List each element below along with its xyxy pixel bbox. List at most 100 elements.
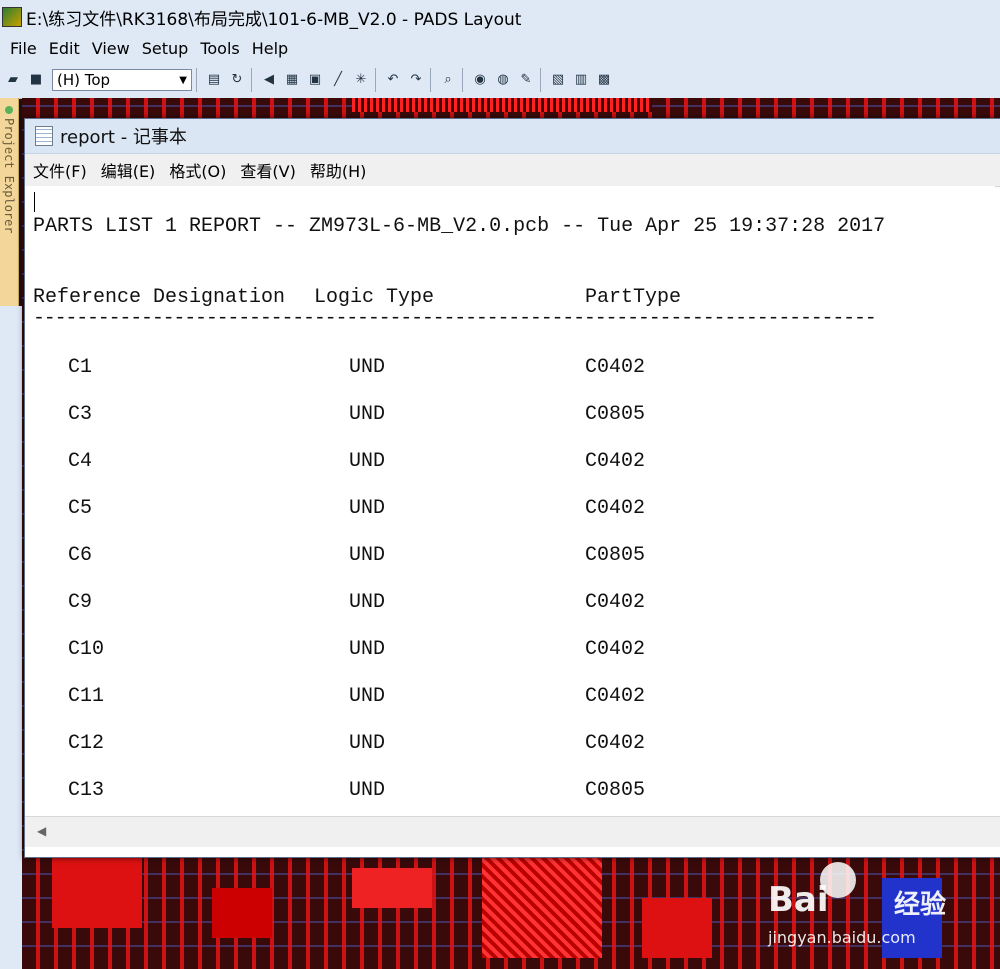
ref-cell: C9 — [68, 591, 93, 614]
column-header-ref: Reference Designation — [33, 286, 286, 309]
toolbar-divider — [196, 68, 197, 92]
header-separator: ----------------------------------------… — [33, 307, 877, 330]
toolbar-divider — [430, 68, 431, 92]
ref-cell: C1 — [68, 356, 93, 379]
logic-cell: UND — [349, 497, 386, 520]
title-bar: E:\练习文件\RK3168\布局完成\101-6-MB_V2.0 - PADS… — [0, 0, 1000, 34]
ecos-toolbar-icon[interactable]: ▦ — [282, 70, 302, 90]
parttype-cell: C0805 — [585, 403, 646, 426]
notepad-menu-edit[interactable]: 编辑(E) — [101, 158, 156, 182]
text-caret — [34, 192, 35, 212]
ref-cell: C5 — [68, 497, 93, 520]
notepad-menu-help[interactable]: 帮助(H) — [310, 158, 367, 182]
pcb-component — [352, 868, 432, 908]
logic-cell: UND — [349, 591, 386, 614]
pcb-component — [212, 888, 272, 938]
status-dot-icon — [5, 106, 13, 114]
notepad-menu-file[interactable]: 文件(F) — [33, 158, 87, 182]
zoom-icon[interactable]: ◉ — [470, 70, 490, 90]
menu-bar: File Edit View Setup Tools Help — [0, 34, 1000, 62]
logic-cell: UND — [349, 779, 386, 802]
parttype-cell: C0402 — [585, 732, 646, 755]
open-folder-icon[interactable]: ▰ — [3, 70, 23, 90]
menu-edit[interactable]: Edit — [49, 39, 80, 58]
parttype-cell: C0402 — [585, 591, 646, 614]
ref-cell: C12 — [68, 732, 105, 755]
menu-file[interactable]: File — [10, 39, 37, 58]
parttype-cell: C0402 — [585, 638, 646, 661]
notepad-menu-view[interactable]: 查看(V) — [240, 158, 295, 182]
column-header-logic: Logic Type — [314, 286, 435, 309]
notepad-menu-bar: 文件(F) 编辑(E) 格式(O) 查看(V) 帮助(H) — [25, 154, 1000, 187]
logic-cell: UND — [349, 732, 386, 755]
notepad-icon — [35, 126, 53, 146]
chevron-down-icon: ▼ — [179, 74, 187, 86]
layer-select[interactable]: (H) Top ▼ — [52, 69, 192, 91]
ref-cell: C3 — [68, 403, 93, 426]
notepad-title-bar[interactable]: report - 记事本 — [25, 119, 1000, 154]
output-window-icon[interactable]: ▥ — [571, 70, 591, 90]
notepad-text-area[interactable]: PARTS LIST 1 REPORT -- ZM973L-6-MB_V2.0.… — [25, 186, 995, 816]
refresh-icon[interactable]: ↻ — [227, 70, 247, 90]
table-row: C4 UND C0402 — [25, 450, 995, 480]
scroll-left-icon[interactable]: ◀ — [37, 824, 46, 838]
undo-icon[interactable]: ↶ — [383, 70, 403, 90]
redo-icon[interactable]: ↷ — [406, 70, 426, 90]
report-title: PARTS LIST 1 REPORT -- ZM973L-6-MB_V2.0.… — [33, 215, 886, 238]
dimension-icon[interactable]: ✳ — [351, 70, 371, 90]
watermark-logo: Bai — [768, 880, 829, 920]
design-toolbar-icon[interactable]: ◀ — [259, 70, 279, 90]
search-icon[interactable]: ⌕ — [438, 70, 458, 90]
project-explorer-label: Project Explorer — [2, 118, 16, 234]
toolbar: ▰ ■ (H) Top ▼ ▤ ↻ ◀ ▦ ▣ ╱ ✳ ↶ ↷ ⌕ ◉ ◍ ✎ … — [0, 62, 1000, 99]
parttype-cell: C0402 — [585, 685, 646, 708]
pcb-component — [352, 98, 652, 112]
menu-tools[interactable]: Tools — [200, 39, 239, 58]
window-title: E:\练习文件\RK3168\布局完成\101-6-MB_V2.0 - PADS… — [26, 9, 522, 30]
menu-view[interactable]: View — [92, 39, 130, 58]
logic-cell: UND — [349, 403, 386, 426]
menu-help[interactable]: Help — [252, 39, 288, 58]
toolbar-divider — [462, 68, 463, 92]
horizontal-scrollbar[interactable]: ◀ — [25, 816, 1000, 847]
logic-cell: UND — [349, 544, 386, 567]
pcb-component — [642, 898, 712, 958]
menu-setup[interactable]: Setup — [142, 39, 189, 58]
ref-cell: C11 — [68, 685, 105, 708]
project-explorer-tab[interactable]: Project Explorer — [0, 98, 19, 306]
drafting-toolbar-icon[interactable]: ▣ — [305, 70, 325, 90]
pcb-component — [52, 858, 142, 928]
toolbar-divider — [540, 68, 541, 92]
parttype-cell: C0402 — [585, 497, 646, 520]
table-row: C10 UND C0402 — [25, 638, 995, 668]
parttype-cell: C0805 — [585, 779, 646, 802]
properties-icon[interactable]: ▤ — [204, 70, 224, 90]
table-row: C9 UND C0402 — [25, 591, 995, 621]
pan-icon[interactable]: ✎ — [516, 70, 536, 90]
ref-cell: C13 — [68, 779, 105, 802]
watermark-url: jingyan.baidu.com — [768, 928, 916, 947]
pads-app-icon[interactable] — [2, 7, 22, 27]
table-row: C6 UND C0805 — [25, 544, 995, 574]
verify-icon[interactable]: ◍ — [493, 70, 513, 90]
report-icon[interactable]: ▧ — [548, 70, 568, 90]
logic-cell: UND — [349, 450, 386, 473]
pcb-component — [482, 858, 602, 958]
logic-cell: UND — [349, 638, 386, 661]
watermark: Bai 经验 jingyan.baidu.com — [768, 862, 968, 952]
router-icon[interactable]: ▩ — [594, 70, 614, 90]
parttype-cell: C0402 — [585, 356, 646, 379]
parttype-cell: C0805 — [585, 544, 646, 567]
left-panel-background — [0, 306, 22, 969]
ref-cell: C10 — [68, 638, 105, 661]
table-row: C13 UND C0805 — [25, 779, 995, 809]
watermark-logo-cn: 经验 — [894, 890, 947, 920]
toolbar-divider — [375, 68, 376, 92]
notepad-menu-format[interactable]: 格式(O) — [169, 158, 226, 182]
table-row: C12 UND C0402 — [25, 732, 995, 762]
notepad-window[interactable]: report - 记事本 文件(F) 编辑(E) 格式(O) 查看(V) 帮助(… — [24, 118, 1000, 858]
table-row: C5 UND C0402 — [25, 497, 995, 527]
route-icon[interactable]: ╱ — [328, 70, 348, 90]
ref-cell: C4 — [68, 450, 93, 473]
save-icon[interactable]: ■ — [26, 70, 46, 90]
